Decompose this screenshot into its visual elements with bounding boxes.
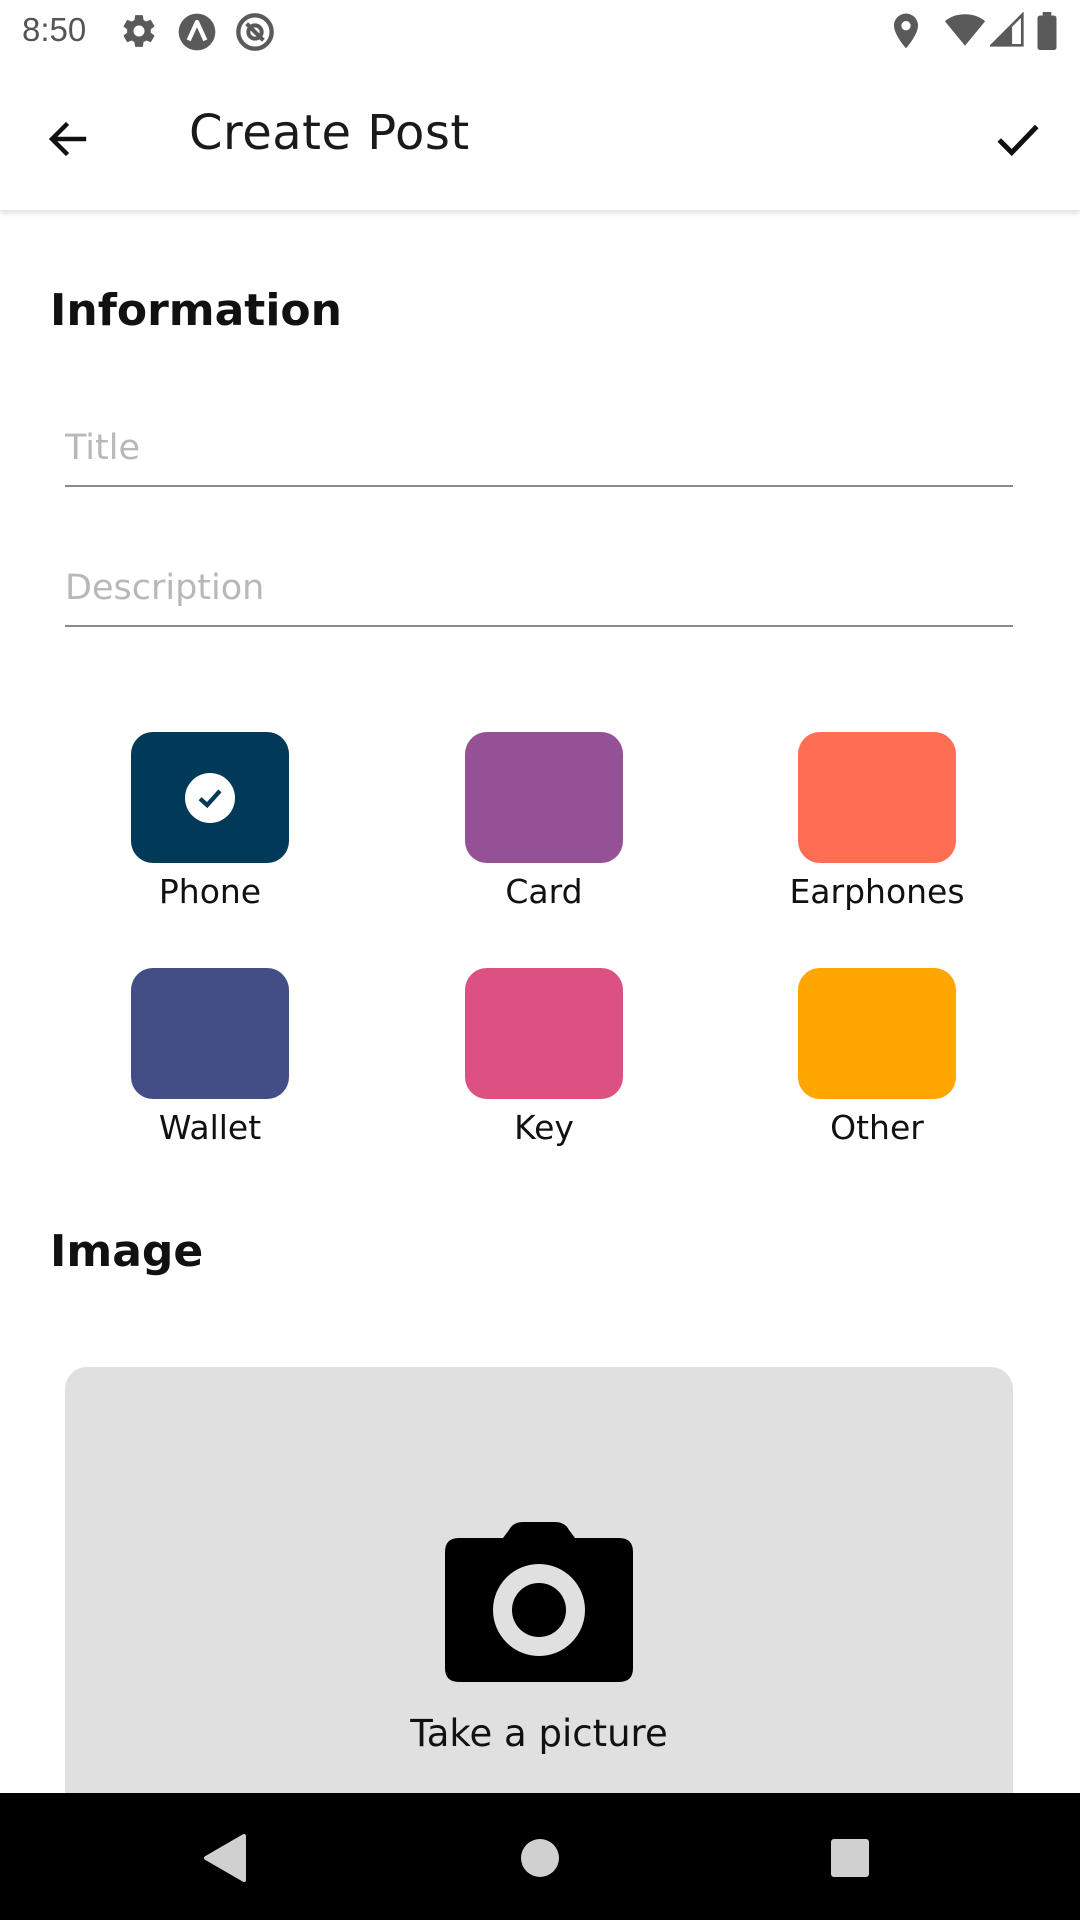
gear-icon — [123, 15, 155, 47]
nav-back-button[interactable] — [193, 1826, 257, 1890]
camera-icon — [445, 1522, 633, 1682]
arrow-back-icon — [48, 121, 87, 157]
category-label: Earphones — [789, 872, 965, 911]
category-other[interactable]: Other — [762, 968, 992, 1158]
nav-home-button[interactable] — [508, 1826, 572, 1890]
app-bar: Create Post — [0, 63, 1080, 211]
selected-check-icon — [185, 772, 235, 823]
at-sign-icon — [236, 13, 274, 51]
recents-square-icon — [831, 1839, 869, 1877]
take-picture-label: Take a picture — [410, 1712, 668, 1755]
status-bar: 8:50 — [0, 0, 1080, 63]
category-label: Other — [830, 1108, 924, 1147]
category-earphones[interactable]: Earphones — [762, 732, 992, 922]
back-button[interactable] — [38, 109, 98, 169]
category-swatch — [798, 968, 956, 1099]
category-phone[interactable]: Phone — [95, 732, 325, 922]
image-heading: Image — [50, 1226, 204, 1277]
category-label: Wallet — [158, 1108, 262, 1147]
category-key[interactable]: Key — [429, 968, 659, 1158]
back-triangle-icon — [204, 1834, 246, 1882]
description-input[interactable] — [65, 563, 1013, 627]
system-nav-bar — [0, 1793, 1080, 1920]
a-badge-icon — [178, 13, 216, 51]
category-swatch — [798, 732, 956, 863]
category-card[interactable]: Card — [429, 732, 659, 922]
category-label: Phone — [158, 872, 262, 911]
category-label: Card — [505, 872, 583, 911]
signal-icon — [990, 12, 1024, 47]
check-icon — [997, 124, 1039, 157]
category-swatch — [465, 732, 623, 863]
status-time: 8:50 — [22, 11, 87, 48]
home-circle-icon — [521, 1839, 559, 1877]
category-swatch — [131, 732, 289, 863]
nav-recents-button[interactable] — [818, 1826, 882, 1890]
location-pin-icon — [894, 13, 918, 49]
title-input[interactable] — [65, 423, 1013, 487]
battery-icon — [1037, 12, 1057, 50]
category-swatch — [465, 968, 623, 1099]
wifi-icon — [944, 14, 986, 46]
category-swatch — [131, 968, 289, 1099]
take-picture-panel[interactable]: Take a picture — [65, 1367, 1013, 1807]
confirm-button[interactable] — [988, 109, 1048, 169]
information-heading: Information — [50, 285, 342, 336]
category-wallet[interactable]: Wallet — [95, 968, 325, 1158]
category-label: Key — [514, 1108, 574, 1147]
page-title: Create Post — [189, 105, 470, 161]
